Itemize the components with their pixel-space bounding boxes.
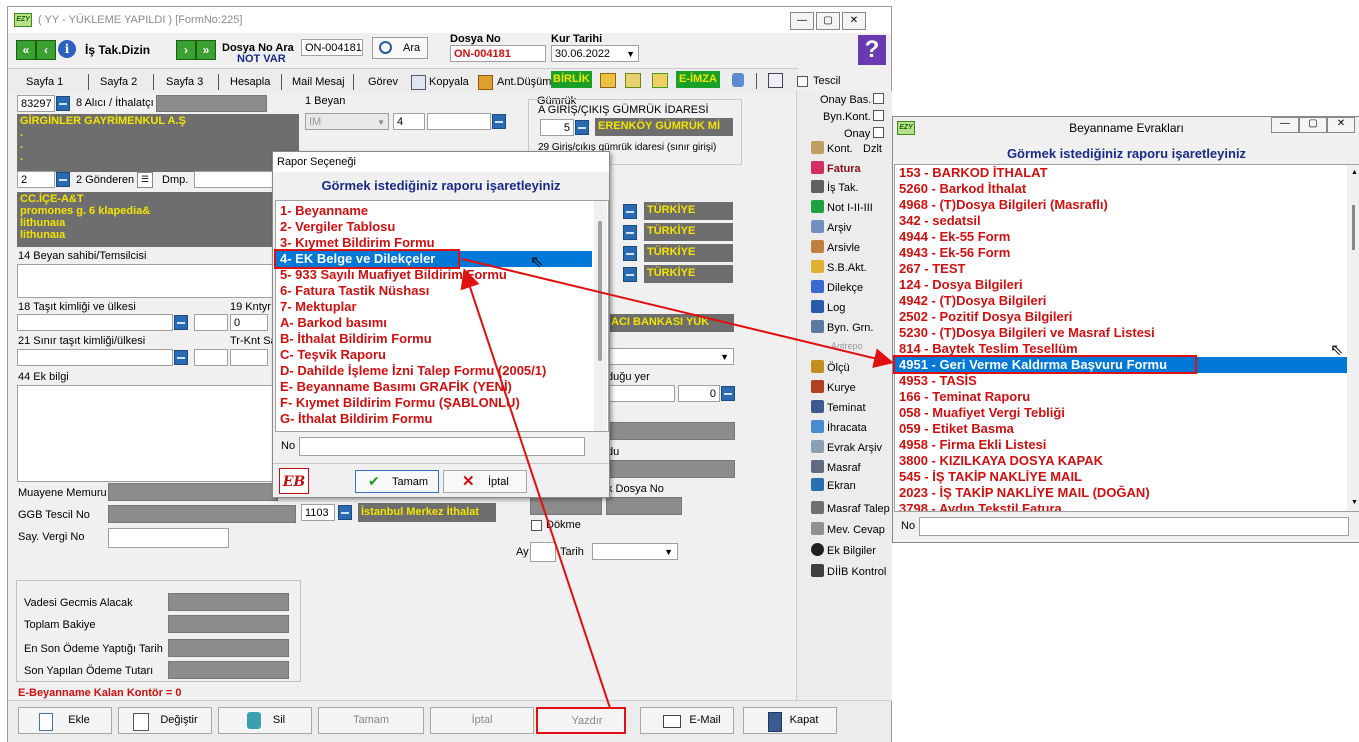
arrow-rapor-to-evrak [461, 258, 894, 368]
annotation-arrows [460, 258, 894, 709]
arrow-yazdir-to-rapor [460, 268, 611, 709]
